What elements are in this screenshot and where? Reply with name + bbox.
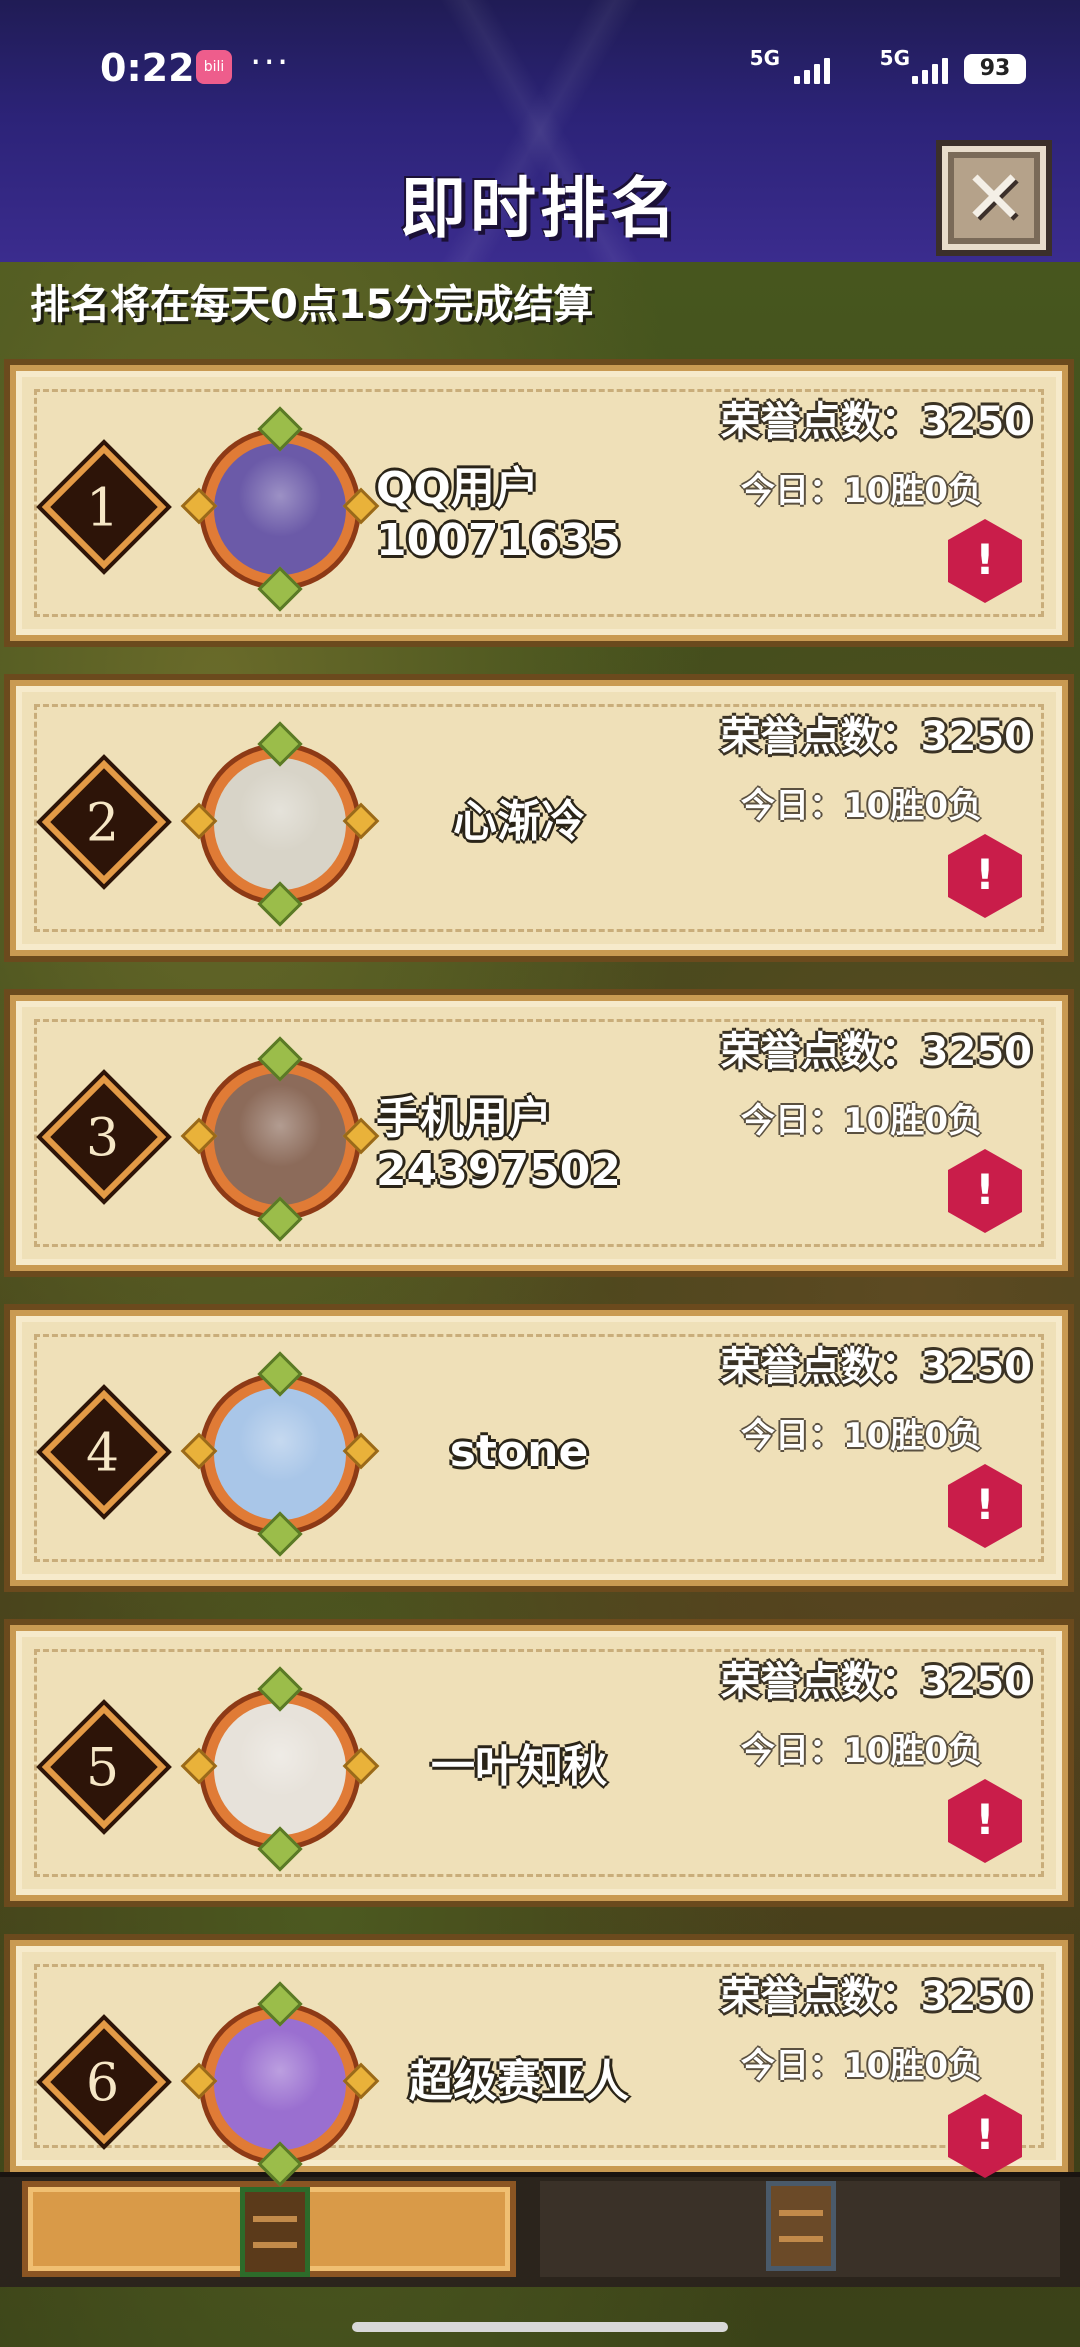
close-x-icon: ✕ bbox=[962, 155, 1025, 241]
rank-number: 6 bbox=[86, 2053, 120, 2114]
rank-badge: 6 bbox=[41, 2019, 167, 2145]
player-name: 超级赛亚人 bbox=[409, 2056, 629, 2107]
rank-number: 5 bbox=[86, 1738, 120, 1799]
warning-icon: ! bbox=[975, 1480, 995, 1529]
avatar bbox=[204, 433, 356, 585]
avatar-frame[interactable] bbox=[180, 406, 380, 612]
settlement-notice: 排名将在每天0点15分完成结算 bbox=[30, 282, 594, 328]
scroll-board-icon bbox=[766, 2181, 836, 2271]
rank-badge: 1 bbox=[41, 444, 167, 570]
honor-points: 荣誉点数：3250 bbox=[720, 399, 1032, 445]
warning-icon: ! bbox=[975, 2110, 995, 2159]
today-record: 今日：10胜0负 bbox=[741, 1416, 982, 1456]
report-button[interactable]: ! bbox=[948, 834, 1022, 918]
avatar bbox=[204, 2008, 356, 2160]
ranking-card[interactable]: 1 QQ用户 10071635 荣誉点数：3250 今日：10胜0负! bbox=[10, 365, 1068, 641]
report-button[interactable]: ! bbox=[948, 1779, 1022, 1863]
rank-badge: 3 bbox=[41, 1074, 167, 1200]
ranking-card[interactable]: 4 stone 荣誉点数：3250 今日：10胜0负! bbox=[10, 1310, 1068, 1586]
bottom-tab-bar bbox=[0, 2172, 1080, 2287]
other-tab[interactable] bbox=[540, 2181, 1060, 2277]
player-name: 手机用户 24397502 bbox=[376, 1093, 621, 1196]
warning-icon: ! bbox=[975, 535, 995, 584]
bilibili-app-icon: bili bbox=[196, 50, 232, 84]
ranking-card[interactable]: 5 一叶知秋 荣誉点数：3250 今日：10胜0负! bbox=[10, 1625, 1068, 1901]
avatar bbox=[204, 1693, 356, 1845]
honor-points: 荣誉点数：3250 bbox=[720, 714, 1032, 760]
rank-badge: 4 bbox=[41, 1389, 167, 1515]
avatar bbox=[204, 748, 356, 900]
rank-number: 2 bbox=[86, 793, 120, 854]
header: 0:22 bili ··· 5G 5G 93 即时排名 ✕ bbox=[0, 0, 1080, 262]
player-name: QQ用户 10071635 bbox=[376, 463, 621, 566]
rank-number: 4 bbox=[86, 1423, 120, 1484]
avatar-frame[interactable] bbox=[180, 1036, 380, 1242]
player-name: 心渐冷 bbox=[453, 796, 585, 847]
avatar bbox=[204, 1378, 356, 1530]
network-5g-label-2: 5G bbox=[879, 46, 910, 70]
warning-icon: ! bbox=[975, 850, 995, 899]
honor-points: 荣誉点数：3250 bbox=[720, 1029, 1032, 1075]
home-indicator[interactable] bbox=[352, 2322, 728, 2332]
honor-points: 荣誉点数：3250 bbox=[720, 1659, 1032, 1705]
honor-points: 荣誉点数：3250 bbox=[720, 1344, 1032, 1390]
avatar-frame[interactable] bbox=[180, 1351, 380, 1557]
status-bar: 0:22 bili ··· 5G 5G 93 bbox=[100, 40, 1040, 100]
warning-icon: ! bbox=[975, 1795, 995, 1844]
today-record: 今日：10胜0负 bbox=[741, 786, 982, 826]
today-record: 今日：10胜0负 bbox=[741, 1731, 982, 1771]
page-title: 即时排名 bbox=[400, 170, 680, 247]
scroll-list-icon bbox=[240, 2187, 310, 2277]
player-name: stone bbox=[449, 1426, 589, 1477]
today-record: 今日：10胜0负 bbox=[741, 1101, 982, 1141]
more-notifications-icon: ··· bbox=[250, 42, 291, 83]
ranking-card[interactable]: 3 手机用户 24397502 荣誉点数：3250 今日：10胜0负! bbox=[10, 995, 1068, 1271]
avatar bbox=[204, 1063, 356, 1215]
report-button[interactable]: ! bbox=[948, 519, 1022, 603]
ranking-card[interactable]: 2 心渐冷 荣誉点数：3250 今日：10胜0负! bbox=[10, 680, 1068, 956]
player-name: 一叶知秋 bbox=[431, 1741, 607, 1792]
today-record: 今日：10胜0负 bbox=[741, 471, 982, 511]
rank-number: 3 bbox=[86, 1108, 120, 1169]
report-button[interactable]: ! bbox=[948, 2094, 1022, 2178]
avatar-frame[interactable] bbox=[180, 1666, 380, 1872]
today-record: 今日：10胜0负 bbox=[741, 2046, 982, 2086]
warning-icon: ! bbox=[975, 1165, 995, 1214]
close-button[interactable]: ✕ bbox=[936, 140, 1052, 256]
rank-badge: 5 bbox=[41, 1704, 167, 1830]
avatar-frame[interactable] bbox=[180, 721, 380, 927]
report-button[interactable]: ! bbox=[948, 1464, 1022, 1548]
rank-badge: 2 bbox=[41, 759, 167, 885]
battery-indicator: 93 bbox=[964, 54, 1026, 84]
rank-number: 1 bbox=[86, 478, 120, 539]
signal-bars-icon-2 bbox=[912, 58, 948, 84]
ranking-card[interactable]: 6 超级赛亚人 荣誉点数：3250 今日：10胜0负! bbox=[10, 1940, 1068, 2187]
honor-points: 荣誉点数：3250 bbox=[720, 1974, 1032, 2020]
signal-bars-icon-1 bbox=[794, 58, 830, 84]
clock: 0:22 bbox=[100, 46, 195, 90]
network-5g-label-1: 5G bbox=[749, 46, 780, 70]
avatar-frame[interactable] bbox=[180, 1981, 380, 2187]
report-button[interactable]: ! bbox=[948, 1149, 1022, 1233]
ranking-tab[interactable] bbox=[22, 2181, 516, 2277]
